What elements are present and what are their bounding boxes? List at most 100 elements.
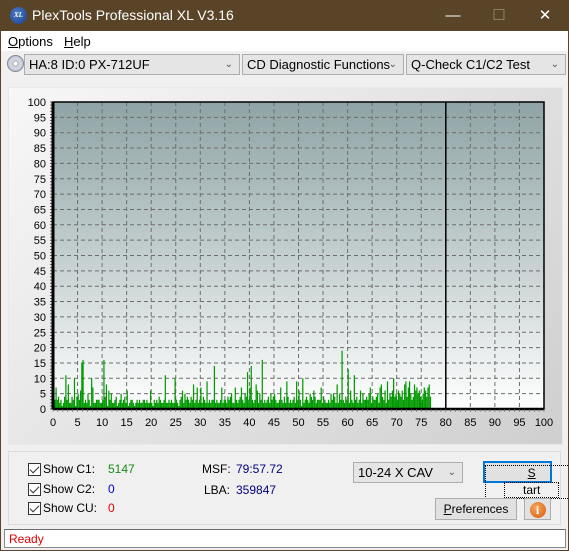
c1-bar <box>192 384 195 409</box>
minimize-button[interactable]: — <box>430 0 476 31</box>
function-select[interactable]: CD Diagnostic Functions ⌄ <box>242 54 404 75</box>
y-tick-label: 30 <box>34 312 46 324</box>
menu-help[interactable]: Help <box>64 34 91 49</box>
c1-bar <box>228 399 230 409</box>
chevron-down-icon: ⌄ <box>388 59 397 70</box>
c1-bar <box>64 396 66 409</box>
c1-bar <box>158 396 160 409</box>
lba-label: LBA: <box>204 483 231 497</box>
c1-bar <box>87 393 89 409</box>
c1-bar <box>299 399 301 409</box>
c1-bar <box>92 387 94 409</box>
c1-bar <box>427 387 429 409</box>
c1-bar <box>416 387 418 409</box>
c1-bar <box>163 399 165 409</box>
c1-bar <box>250 366 252 409</box>
test-select[interactable]: Q-Check C1/C2 Test ⌄ <box>406 54 566 75</box>
c1-bar <box>244 393 246 409</box>
c1-bar <box>364 399 367 409</box>
y-tick-label: 40 <box>34 281 46 293</box>
c1-bar <box>97 399 99 409</box>
c1-bar <box>302 378 304 409</box>
c1-bar <box>397 390 400 409</box>
show-cu-checkbox[interactable] <box>28 502 41 515</box>
c1-bar <box>412 396 414 409</box>
menu-bar: Options Help <box>1 31 568 51</box>
c1-bar <box>319 399 321 409</box>
c1-count: 5147 <box>108 462 135 476</box>
c1-bar <box>314 396 316 409</box>
info-button[interactable]: i <box>524 498 551 520</box>
c1-bar <box>174 378 176 409</box>
c1-bar <box>91 378 93 409</box>
c1-bar <box>73 378 76 409</box>
cd-drive-icon <box>7 55 24 72</box>
c1-bar <box>264 399 266 409</box>
y-tick-label: 65 <box>34 204 46 216</box>
preferences-rest: references <box>451 502 509 516</box>
menu-help-label: elp <box>73 34 91 49</box>
preferences-button[interactable]: Preferences <box>435 498 517 520</box>
close-button[interactable]: ✕ <box>522 0 568 31</box>
c1-bar <box>95 399 98 409</box>
c1-bar <box>227 396 229 409</box>
c1-bar <box>400 396 402 409</box>
c1-bar <box>190 396 192 409</box>
chart-panel: 0 5 10 15 20 25 30 35 40 45 50 55 60 65 70 75 80 85 90 95 10… <box>8 87 563 445</box>
c1-bar <box>67 384 69 409</box>
cu-count: 0 <box>108 501 115 515</box>
c1-bar <box>56 399 58 409</box>
c1-bar <box>323 396 325 409</box>
drive-select-value: HA:8 ID:0 PX-712UF <box>29 57 150 72</box>
c1-bar <box>386 381 389 409</box>
c1-bar <box>72 399 74 409</box>
c1-bar <box>108 390 110 409</box>
show-c1-checkbox[interactable] <box>28 463 41 476</box>
c1-bar <box>359 390 362 409</box>
c1-bar <box>374 399 376 409</box>
c1-bar <box>305 396 308 409</box>
c1-bar <box>168 399 170 409</box>
c1-bar <box>292 399 294 409</box>
c1-bar <box>206 381 208 409</box>
start-button[interactable]: Start <box>483 461 569 499</box>
c1-bar <box>55 387 57 409</box>
c1-bar <box>367 399 369 409</box>
c1-bar <box>143 399 146 409</box>
c1-bar <box>283 396 285 409</box>
start-rest: tart <box>504 482 560 498</box>
chevron-down-icon: ⌄ <box>224 59 233 70</box>
c1-bar <box>78 399 81 409</box>
c1-bar <box>216 399 218 409</box>
c1-bar <box>138 399 141 409</box>
c1-bar <box>179 399 181 409</box>
results-panel: Show C1: 5147 Show C2: 0 Show CU: 0 MSF:… <box>8 451 569 525</box>
c1-bar <box>407 387 409 409</box>
c1-bar <box>98 399 100 409</box>
preferences-accel: P <box>443 502 452 516</box>
drive-select[interactable]: HA:8 ID:0 PX-712UF ⌄ <box>24 54 240 75</box>
y-tick-label: 10 <box>34 373 46 385</box>
c1-bar <box>420 396 422 409</box>
speed-select[interactable]: 10-24 X CAV ⌄ <box>353 462 463 483</box>
c1-bar <box>153 399 155 409</box>
c1-bar <box>426 396 428 409</box>
c1-bar <box>203 399 206 409</box>
c1-bar <box>415 390 417 409</box>
menu-options-label: ptions <box>18 34 53 49</box>
maximize-button[interactable]: ☐ <box>476 0 522 31</box>
c1-bar <box>309 393 311 409</box>
c1-bar <box>363 399 365 409</box>
c1-bar <box>180 396 182 409</box>
c1-bar <box>347 369 349 409</box>
x-tick-label: 75 <box>415 417 427 429</box>
y-tick-label: 20 <box>34 343 46 355</box>
c1-bar <box>405 381 407 409</box>
c1-bar <box>391 390 394 409</box>
show-c2-checkbox[interactable] <box>28 483 41 496</box>
c1-bar <box>249 387 251 409</box>
c1-bar <box>259 393 261 409</box>
c1-bar <box>401 390 403 409</box>
menu-options[interactable]: Options <box>8 34 53 49</box>
c1-bar <box>242 399 244 409</box>
